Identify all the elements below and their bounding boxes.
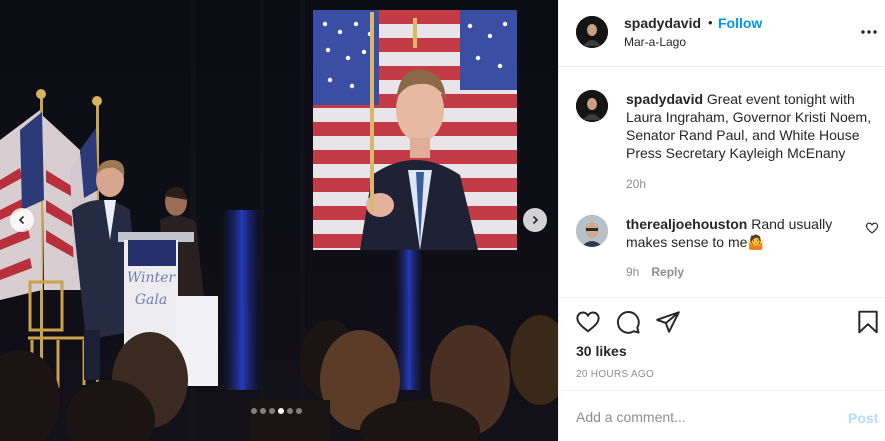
caption-timestamp[interactable]: 20h [626,177,646,191]
more-horizontal-icon[interactable] [859,24,879,40]
share-icon[interactable] [655,309,681,335]
post-comment-button[interactable]: Post [848,410,878,426]
add-comment-bar: Post [559,390,885,441]
likes-count[interactable]: 30 likes [576,343,627,359]
chevron-right-icon [532,215,539,225]
bookmark-icon[interactable] [855,309,881,335]
podium-line-2: Gala [135,292,167,308]
comment-timestamp[interactable]: 9h [626,265,639,279]
shrug-emoji: 🤷 [747,234,765,250]
slide-dot [278,408,284,414]
avatar[interactable] [576,16,608,48]
comment-meta: 9h Reply [626,265,684,279]
slide-indicator [251,408,302,414]
profile-photo [576,90,608,122]
caption: spadydavid Great event tonight with Laur… [576,90,876,191]
post-panel: spadydavid • Follow Mar-a-Lago spadydavi… [558,0,885,441]
slide-dot [269,408,275,414]
post-timestamp[interactable]: 20 HOURS AGO [576,369,654,380]
podium-line-1: Winter [127,270,177,286]
caption-text: spadydavid Great event tonight with Laur… [626,90,884,162]
slide-dot [260,408,266,414]
event-photo: Winter Gala [0,0,558,441]
caption-username[interactable]: spadydavid [626,91,703,107]
chevron-left-icon [18,215,25,225]
slide-dot [296,408,302,414]
comment-item: therealjoehouston Rand usually makes sen… [576,215,879,285]
follow-button[interactable]: Follow [718,15,762,31]
reply-button[interactable]: Reply [651,265,684,279]
separator-bullet: • [708,15,713,30]
slide-dot [251,408,257,414]
like-comment-heart-icon[interactable] [865,221,879,235]
post-media[interactable]: Winter Gala [0,0,558,441]
comment-username[interactable]: therealjoehouston [626,216,747,232]
profile-photo [576,215,608,247]
avatar[interactable] [576,90,608,122]
slide-dot [287,408,293,414]
post-actions: 30 likes 20 HOURS AGO [559,297,885,390]
avatar[interactable] [576,215,608,247]
caption-time: 20h [626,177,646,191]
heart-icon[interactable] [575,309,601,335]
previous-slide-button[interactable] [10,208,34,232]
projection-screen [313,10,517,250]
post-username[interactable]: spadydavid [624,15,701,31]
next-slide-button[interactable] [523,208,547,232]
profile-photo [576,16,608,48]
comment-icon[interactable] [615,309,641,335]
post-location[interactable]: Mar-a-Lago [624,35,686,49]
comment-text: therealjoehouston Rand usually makes sen… [626,215,856,251]
post-header: spadydavid • Follow Mar-a-Lago [559,0,885,67]
comments-section[interactable]: spadydavid Great event tonight with Laur… [559,68,885,297]
add-comment-input[interactable] [576,407,826,427]
